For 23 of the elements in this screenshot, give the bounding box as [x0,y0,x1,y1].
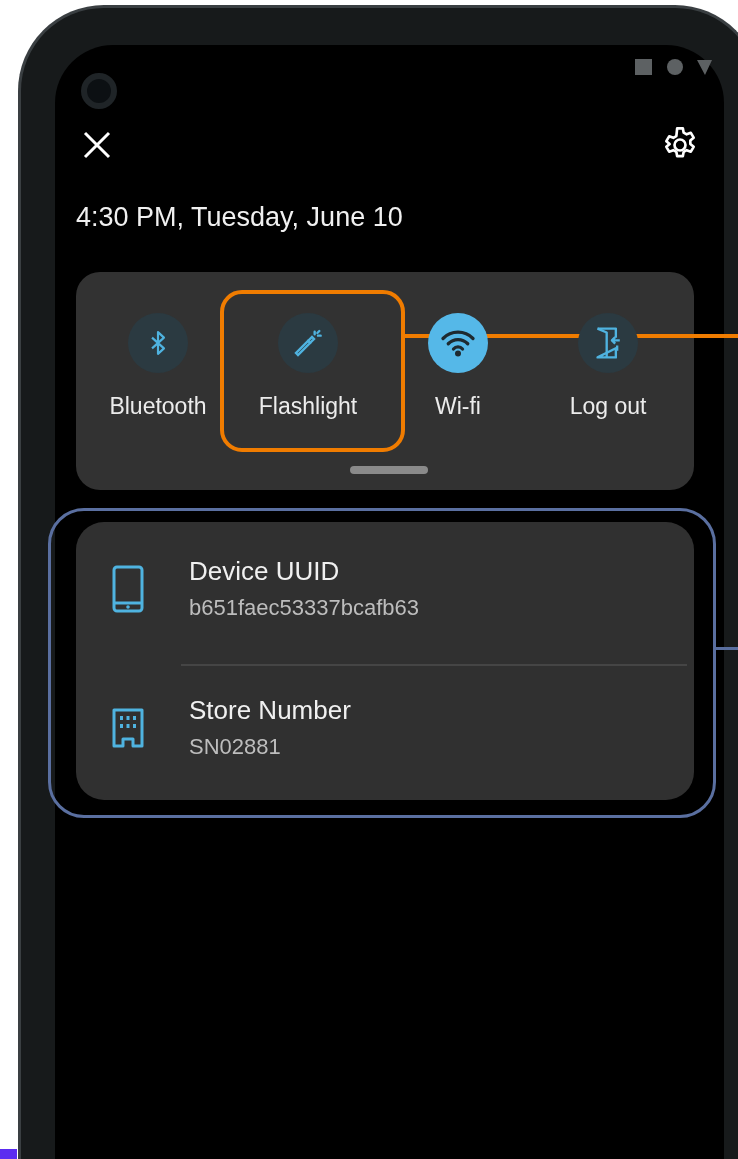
toggle-label: Wi-fi [435,392,481,421]
status-circle-icon [667,59,683,75]
close-icon[interactable] [81,129,113,161]
toggle-label: Flashlight [258,392,358,421]
info-value: b651faec53337bcafb63 [189,594,419,622]
leader-line [716,647,738,650]
building-icon [112,707,144,748]
wifi-toggle[interactable] [428,313,488,373]
toggle-label: Bluetooth [109,392,207,421]
status-triangle-icon [697,59,712,75]
page-accent-shape [0,1149,17,1159]
drag-handle[interactable] [349,466,428,474]
wifi-icon [440,328,476,358]
flashlight-icon [292,327,324,359]
info-title: Device UUID [189,555,341,587]
tablet-icon [112,564,144,613]
camera-icon [81,73,117,109]
door-exit-icon [593,326,623,360]
info-title: Store Number [189,694,351,726]
status-square-icon [635,58,653,76]
toggle-label: Log out [569,392,647,421]
date-time-text: 4:30 PM, Tuesday, June 10 [76,201,404,233]
info-value: SN02881 [189,733,282,761]
